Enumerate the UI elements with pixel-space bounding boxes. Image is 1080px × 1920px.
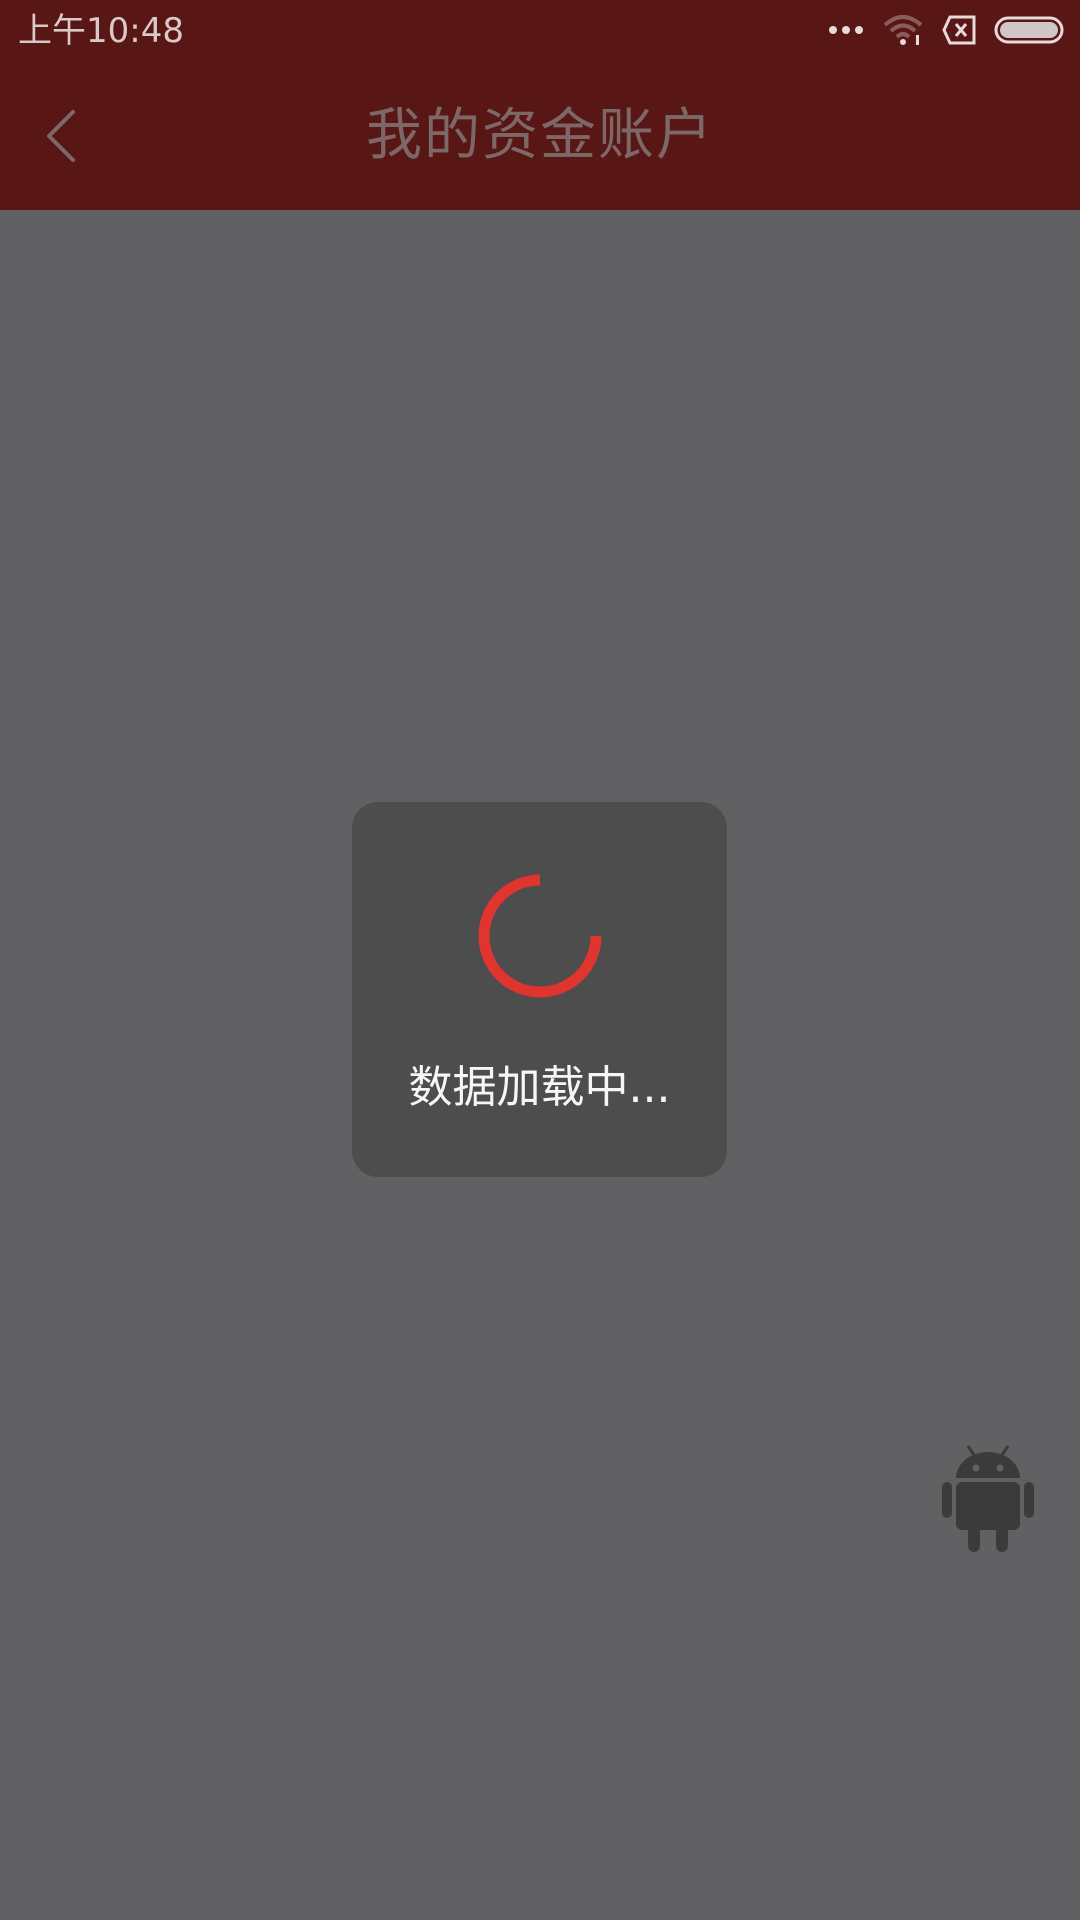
battery-icon [994,16,1064,44]
wifi-icon [883,15,923,45]
status-icons [828,12,1066,48]
android-icon[interactable] [940,1444,1036,1554]
loading-spinner-icon [478,874,602,998]
top-bar: 上午10:48 我的资金账户 [0,0,1080,210]
more-dots-icon [829,26,863,34]
no-sim-icon [942,15,976,45]
page-title: 我的资金账户 [366,103,714,168]
status-time: 上午10:48 [18,11,184,51]
loading-text: 数据加载中... [408,1062,671,1113]
screen: 上午10:48 我的资金账户 数据加载中... [0,0,1080,1920]
loading-dialog: 数据加载中... [352,802,727,1177]
